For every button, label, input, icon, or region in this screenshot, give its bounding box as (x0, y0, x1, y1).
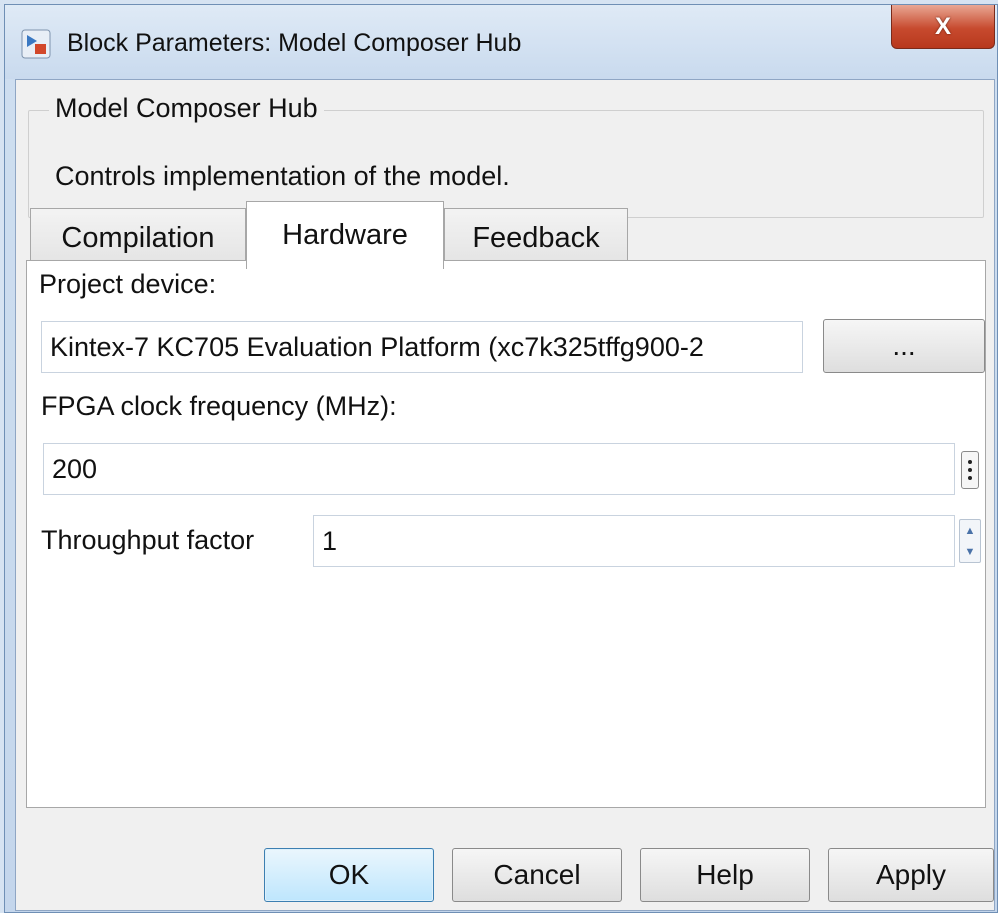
cancel-button[interactable]: Cancel (452, 848, 622, 902)
tab-label: Hardware (282, 219, 408, 251)
group-title: Model Composer Hub (49, 93, 324, 124)
more-options-icon[interactable] (961, 451, 979, 489)
tab-feedback[interactable]: Feedback (444, 208, 628, 268)
apply-button[interactable]: Apply (828, 848, 994, 902)
close-icon: X (934, 12, 951, 40)
window-title: Block Parameters: Model Composer Hub (67, 29, 522, 57)
simulink-block-icon (21, 29, 51, 59)
cancel-button-label: Cancel (493, 859, 581, 890)
apply-button-label: Apply (875, 859, 947, 890)
tab-label: Compilation (61, 222, 215, 254)
close-button[interactable]: X (891, 5, 995, 49)
clock-frequency-label: FPGA clock frequency (MHz): (41, 391, 397, 421)
title-bar[interactable]: Block Parameters: Model Composer Hub X (5, 5, 997, 79)
spin-down-icon[interactable]: ▼ (960, 541, 980, 562)
spin-up-icon[interactable]: ▲ (960, 520, 980, 541)
tab-compilation[interactable]: Compilation (30, 208, 246, 268)
throughput-factor-label: Throughput factor (41, 525, 255, 555)
dialog-window: Block Parameters: Model Composer Hub X M… (4, 4, 998, 913)
help-button[interactable]: Help (640, 848, 810, 902)
browse-device-button[interactable]: ... (823, 319, 985, 373)
tab-label: Feedback (472, 222, 600, 254)
project-device-label: Project device: (39, 269, 217, 299)
clock-frequency-field[interactable]: 200 (43, 443, 955, 495)
throughput-factor-field[interactable]: 1 (313, 515, 955, 567)
ok-button[interactable]: OK (264, 848, 434, 902)
group-description: Controls implementation of the model. (55, 161, 510, 191)
throughput-spinner[interactable]: ▲ ▼ (959, 519, 981, 563)
project-device-field[interactable]: Kintex-7 KC705 Evaluation Platform (xc7k… (41, 321, 803, 373)
dialog-content: Model Composer Hub Controls implementati… (15, 79, 995, 911)
hardware-tab-panel: Project device: Kintex-7 KC705 Evaluatio… (26, 260, 986, 808)
help-button-label: Help (696, 859, 754, 890)
ellipsis-icon: ... (892, 330, 916, 361)
description-group: Model Composer Hub Controls implementati… (28, 93, 984, 218)
ok-button-label: OK (328, 859, 370, 890)
tab-hardware[interactable]: Hardware (246, 201, 444, 269)
